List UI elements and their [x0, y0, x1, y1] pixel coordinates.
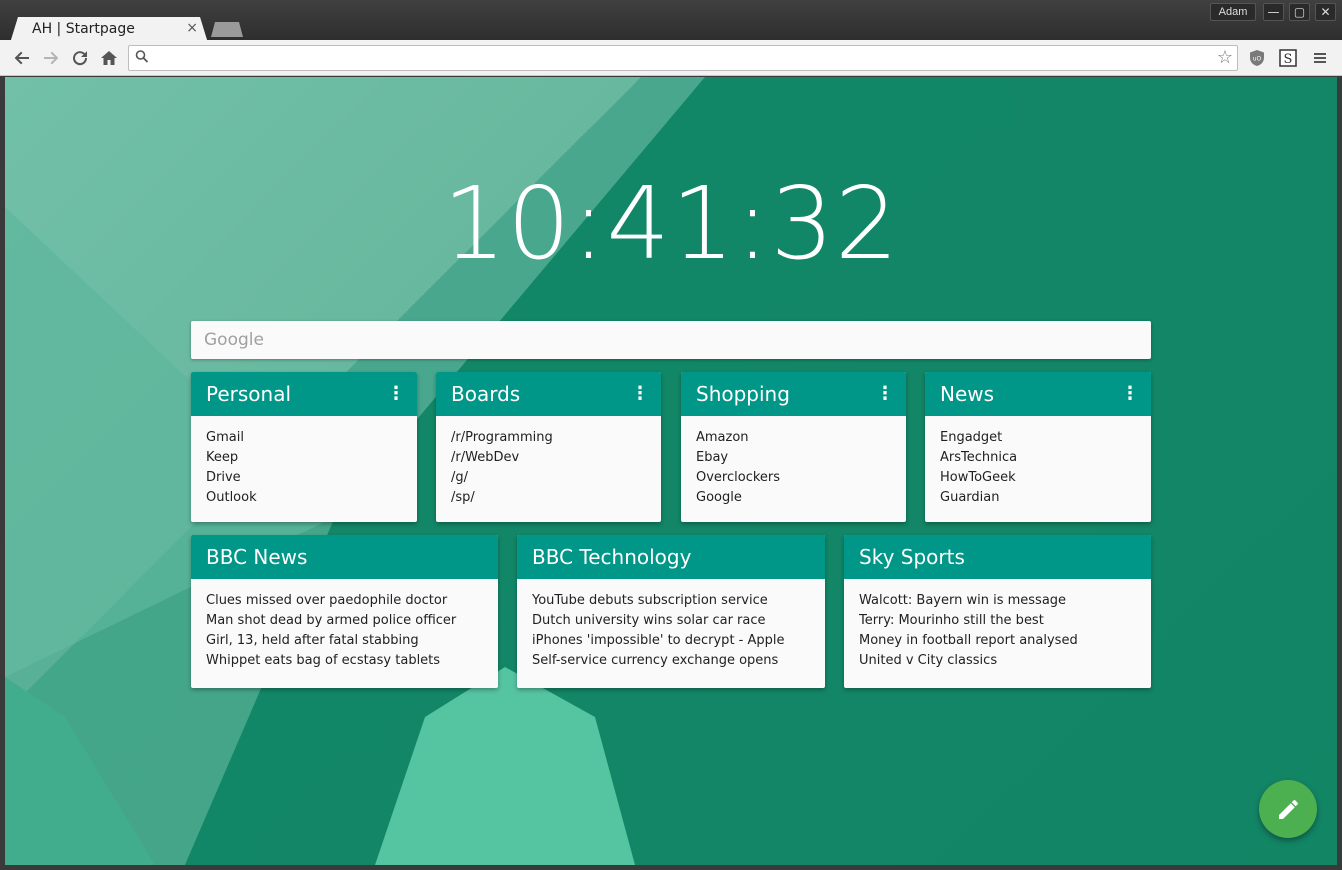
- card-link[interactable]: Engadget: [940, 428, 1136, 448]
- card-link[interactable]: Ebay: [696, 448, 891, 468]
- edit-fab-button[interactable]: [1259, 780, 1317, 838]
- startpage: 10:41:32 Personal ⋮ Gmail Keep Drive Outl…: [5, 77, 1337, 865]
- feed-item[interactable]: Walcott: Bayern win is message: [859, 591, 1136, 611]
- feed-item[interactable]: Self-service currency exchange opens: [532, 651, 810, 671]
- feed-card-sky-sports: Sky Sports Walcott: Bayern win is messag…: [844, 535, 1151, 688]
- tab-title: AH | Startpage: [32, 21, 135, 37]
- card-link[interactable]: Gmail: [206, 428, 402, 448]
- address-bar[interactable]: ☆: [128, 45, 1238, 71]
- card-link[interactable]: /r/WebDev: [451, 448, 646, 468]
- svg-text:S: S: [1284, 52, 1293, 67]
- card-link[interactable]: Drive: [206, 468, 402, 488]
- link-card-shopping: Shopping ⋮ Amazon Ebay Overclockers Googl…: [681, 372, 906, 522]
- home-icon[interactable]: [99, 48, 119, 68]
- close-window-button[interactable]: ✕: [1315, 3, 1336, 21]
- link-card-personal: Personal ⋮ Gmail Keep Drive Outlook: [191, 372, 417, 522]
- card-link[interactable]: Guardian: [940, 488, 1136, 508]
- more-vert-icon[interactable]: ⋮: [387, 372, 405, 416]
- forward-icon[interactable]: [41, 48, 61, 68]
- card-title: Personal: [206, 382, 292, 406]
- ublock-icon[interactable]: uO: [1248, 49, 1266, 67]
- title-bar: AH | Startpage × Adam — ▢ ✕: [0, 0, 1342, 43]
- more-vert-icon[interactable]: ⋮: [876, 372, 894, 416]
- back-icon[interactable]: [12, 48, 32, 68]
- card-link[interactable]: Amazon: [696, 428, 891, 448]
- bookmark-star-icon[interactable]: ☆: [1217, 47, 1233, 68]
- feed-item[interactable]: iPhones 'impossible' to decrypt - Apple: [532, 631, 810, 651]
- card-link[interactable]: /r/Programming: [451, 428, 646, 448]
- tab-close-icon[interactable]: ×: [186, 20, 198, 36]
- feed-item[interactable]: Girl, 13, held after fatal stabbing: [206, 631, 483, 651]
- more-vert-icon[interactable]: ⋮: [631, 372, 649, 416]
- card-title: Sky Sports: [859, 545, 965, 569]
- feed-item[interactable]: Whippet eats bag of ecstasy tablets: [206, 651, 483, 671]
- feed-item[interactable]: Terry: Mourinho still the best: [859, 611, 1136, 631]
- card-link[interactable]: Google: [696, 488, 891, 508]
- search-input[interactable]: [191, 321, 1151, 359]
- link-card-news: News ⋮ Engadget ArsTechnica HowToGeek Gua…: [925, 372, 1151, 522]
- feed-item[interactable]: United v City classics: [859, 651, 1136, 671]
- svg-text:uO: uO: [1253, 56, 1262, 63]
- card-title: BBC Technology: [532, 545, 692, 569]
- card-link[interactable]: HowToGeek: [940, 468, 1136, 488]
- feed-item[interactable]: Clues missed over paedophile doctor: [206, 591, 483, 611]
- maximize-button[interactable]: ▢: [1289, 3, 1310, 21]
- card-link[interactable]: ArsTechnica: [940, 448, 1136, 468]
- link-card-boards: Boards ⋮ /r/Programming /r/WebDev /g/ /sp…: [436, 372, 661, 522]
- profile-button[interactable]: Adam: [1210, 3, 1256, 21]
- new-tab-button[interactable]: [211, 22, 243, 37]
- card-title: Boards: [451, 382, 521, 406]
- card-link[interactable]: /sp/: [451, 488, 646, 508]
- feed-item[interactable]: YouTube debuts subscription service: [532, 591, 810, 611]
- card-link[interactable]: Keep: [206, 448, 402, 468]
- clock: 10:41:32: [442, 165, 900, 282]
- card-link[interactable]: /g/: [451, 468, 646, 488]
- card-title: BBC News: [206, 545, 308, 569]
- card-link[interactable]: Outlook: [206, 488, 402, 508]
- card-title: Shopping: [696, 382, 790, 406]
- more-vert-icon[interactable]: ⋮: [1121, 372, 1139, 416]
- feed-card-bbc-technology: BBC Technology YouTube debuts subscripti…: [517, 535, 825, 688]
- feed-item[interactable]: Money in football report analysed: [859, 631, 1136, 651]
- feed-item[interactable]: Dutch university wins solar car race: [532, 611, 810, 631]
- stylish-icon[interactable]: S: [1279, 49, 1297, 67]
- minimize-button[interactable]: —: [1263, 3, 1284, 21]
- browser-toolbar: ☆ uO S: [0, 40, 1342, 76]
- card-link[interactable]: Overclockers: [696, 468, 891, 488]
- feed-card-bbc-news: BBC News Clues missed over paedophile do…: [191, 535, 498, 688]
- feed-item[interactable]: Man shot dead by armed police officer: [206, 611, 483, 631]
- edit-pencil-icon: [1259, 800, 1317, 842]
- reload-icon[interactable]: [70, 48, 90, 68]
- card-title: News: [940, 382, 995, 406]
- menu-icon[interactable]: [1311, 49, 1329, 67]
- search-icon: [135, 49, 149, 69]
